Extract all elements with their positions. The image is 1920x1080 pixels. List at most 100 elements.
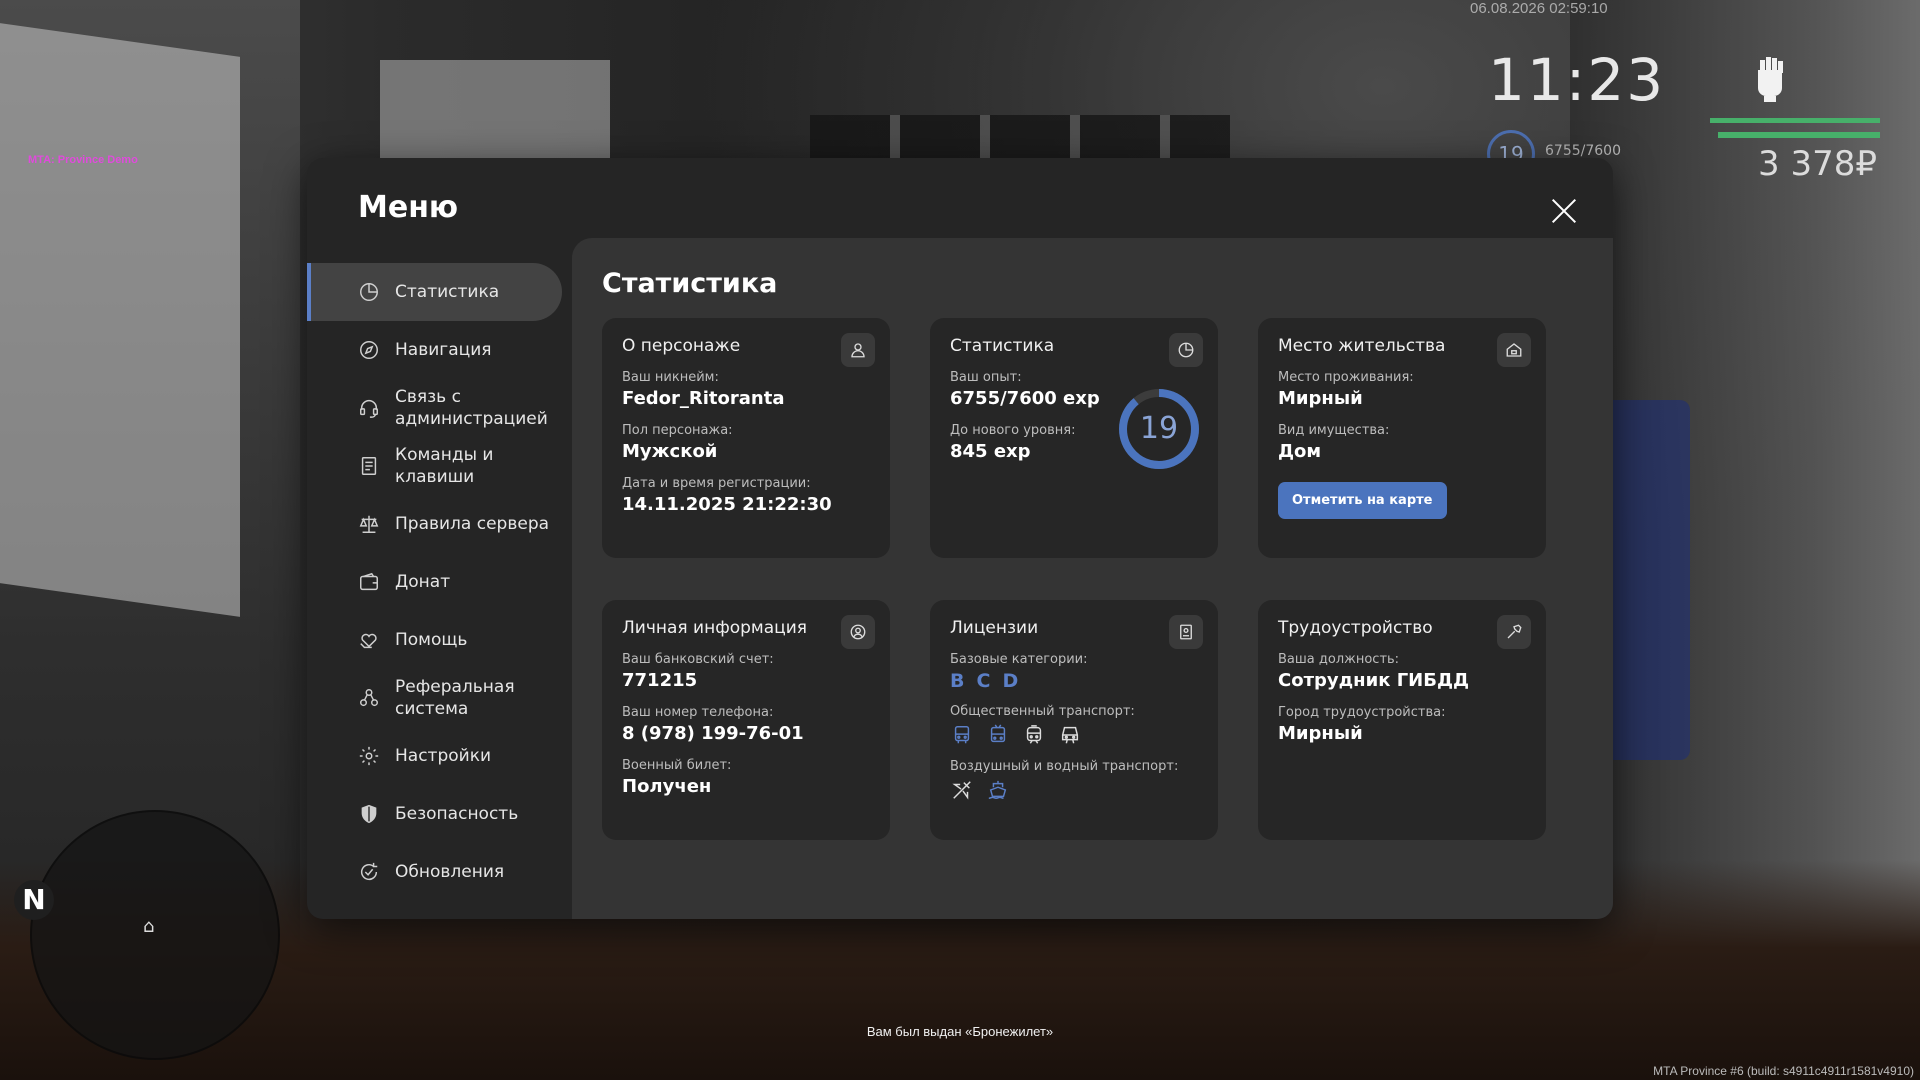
sidebar-item-rules[interactable]: Правила сервера bbox=[307, 495, 562, 553]
card-title: Место жительства bbox=[1278, 336, 1446, 356]
public-transport-icons bbox=[950, 723, 1198, 747]
sidebar-item-label: Реферальная система bbox=[395, 677, 515, 719]
gear-icon bbox=[357, 744, 381, 768]
menu-title: Меню bbox=[358, 190, 459, 225]
house-icon bbox=[1497, 333, 1531, 367]
page-title: Статистика bbox=[602, 268, 778, 299]
phone-label: Ваш номер телефона: bbox=[622, 705, 774, 720]
card-title: Личная информация bbox=[622, 618, 808, 638]
city-label: Город трудоустройства: bbox=[1278, 705, 1446, 720]
sidebar-item-security[interactable]: Безопасность bbox=[307, 785, 562, 843]
sidebar-item-navigation[interactable]: Навигация bbox=[307, 321, 562, 379]
background-board bbox=[0, 23, 240, 617]
sidebar-item-commands[interactable]: Команды и клавиши bbox=[307, 437, 562, 495]
health-bar bbox=[1710, 118, 1880, 123]
level-number: 19 bbox=[1139, 411, 1179, 446]
pie-chart-icon bbox=[1169, 333, 1203, 367]
sidebar: Статистика Навигация Связь с администрац… bbox=[307, 263, 562, 901]
close-button[interactable] bbox=[1546, 193, 1582, 229]
headset-icon bbox=[357, 396, 381, 420]
sidebar-item-help[interactable]: Помощь bbox=[307, 611, 562, 669]
document-icon bbox=[357, 454, 381, 478]
card-statistics: Статистика Ваш опыт: 6755/7600 exp До но… bbox=[930, 318, 1218, 558]
license-categories: B C D bbox=[950, 670, 1198, 692]
bank-label: Ваш банковский счет: bbox=[622, 652, 774, 667]
card-title: Трудоустройство bbox=[1278, 618, 1433, 638]
sidebar-item-statistics[interactable]: Статистика bbox=[307, 263, 562, 321]
card-residence: Место жительства Место проживания: Мирны… bbox=[1258, 318, 1546, 558]
menu-window: Меню Статистика Навигация Связь с админи… bbox=[307, 158, 1613, 919]
sidebar-item-updates[interactable]: Обновления bbox=[307, 843, 562, 901]
sidebar-item-label: Связь с администрацией bbox=[395, 387, 548, 429]
hud-clock: 11:23 bbox=[1488, 46, 1666, 114]
sidebar-item-label: Правила сервера bbox=[395, 514, 550, 534]
position-value: Сотрудник ГИБДД bbox=[1278, 670, 1470, 691]
sidebar-item-donate[interactable]: Донат bbox=[307, 553, 562, 611]
wallet-icon bbox=[357, 570, 381, 594]
card-employment: Трудоустройство Ваша должность: Сотрудни… bbox=[1258, 600, 1546, 840]
sidebar-item-admin-contact[interactable]: Связь с администрацией bbox=[307, 379, 562, 437]
category-b: B bbox=[950, 670, 965, 692]
sidebar-item-label: Статистика bbox=[395, 282, 500, 302]
minimap bbox=[30, 810, 280, 1060]
card-personal-info: Личная информация Ваш банковский счет: 7… bbox=[602, 600, 890, 840]
sidebar-item-label: Обновления bbox=[395, 862, 505, 882]
city-value: Мирный bbox=[1278, 723, 1363, 744]
sidebar-item-settings[interactable]: Настройки bbox=[307, 727, 562, 785]
sidebar-item-label: Помощь bbox=[395, 630, 468, 650]
scales-icon bbox=[357, 512, 381, 536]
server-tag: MTA: Province Demo bbox=[28, 154, 138, 166]
sidebar-item-label: Безопасность bbox=[395, 804, 519, 824]
user-circle-icon bbox=[841, 615, 875, 649]
plane-icon bbox=[950, 778, 974, 802]
sidebar-item-label: Настройки bbox=[395, 746, 492, 766]
referral-icon bbox=[357, 686, 381, 710]
mark-on-map-button[interactable]: Отметить на карте bbox=[1278, 482, 1447, 519]
boat-icon bbox=[986, 778, 1010, 802]
card-character: О персонаже Ваш никнейм: Fedor_Ritoranta… bbox=[602, 318, 890, 558]
heart-hand-icon bbox=[357, 628, 381, 652]
air-water-transport-label: Воздушный и водный транспорт: bbox=[950, 759, 1179, 774]
base-categories-label: Базовые категории: bbox=[950, 652, 1088, 667]
gender-label: Пол персонажа: bbox=[622, 423, 733, 438]
card-title: Статистика bbox=[950, 336, 1055, 356]
update-icon bbox=[357, 860, 381, 884]
fist-icon bbox=[1745, 52, 1795, 112]
notification-text: Вам был выдан «Бронежилет» bbox=[866, 1024, 1054, 1039]
user-icon bbox=[841, 333, 875, 367]
sidebar-item-referral[interactable]: Реферальная система bbox=[307, 669, 562, 727]
hammer-icon bbox=[1497, 615, 1531, 649]
build-tag: MTA Province #6 (build: s4911c4911r1581v… bbox=[1653, 1064, 1914, 1078]
air-water-transport-icons bbox=[950, 778, 1198, 802]
hud-datetime: 06.08.2026 02:59:10 bbox=[1470, 0, 1608, 17]
license-icon bbox=[1169, 615, 1203, 649]
sidebar-item-label: Донат bbox=[395, 572, 451, 592]
place-value: Мирный bbox=[1278, 388, 1363, 409]
category-c: C bbox=[976, 670, 991, 692]
trolleybus-icon bbox=[986, 723, 1010, 747]
public-transport-label: Общественный транспорт: bbox=[950, 704, 1135, 719]
registration-label: Дата и время регистрации: bbox=[622, 476, 811, 491]
tram-icon bbox=[1022, 723, 1046, 747]
registration-value: 14.11.2025 21:22:30 bbox=[622, 494, 832, 515]
shield-icon bbox=[357, 802, 381, 826]
nickname-label: Ваш никнейм: bbox=[622, 370, 719, 385]
exp-label: Ваш опыт: bbox=[950, 370, 1022, 385]
property-value: Дом bbox=[1278, 441, 1322, 462]
train-icon bbox=[1058, 723, 1082, 747]
position-label: Ваша должность: bbox=[1278, 652, 1400, 667]
hud-exp: 6755/7600 bbox=[1545, 143, 1621, 159]
bank-value: 771215 bbox=[622, 670, 698, 691]
armor-bar bbox=[1718, 132, 1880, 138]
sidebar-item-label: Навигация bbox=[395, 340, 492, 360]
card-title: О персонаже bbox=[622, 336, 741, 356]
military-label: Военный билет: bbox=[622, 758, 732, 773]
property-label: Вид имущества: bbox=[1278, 423, 1390, 438]
card-title: Лицензии bbox=[950, 618, 1039, 638]
category-d: D bbox=[1002, 670, 1019, 692]
place-label: Место проживания: bbox=[1278, 370, 1414, 385]
pie-chart-icon bbox=[357, 280, 381, 304]
card-licenses: Лицензии Базовые категории: B C D Общест… bbox=[930, 600, 1218, 840]
phone-value: 8 (978) 199-76-01 bbox=[622, 723, 804, 744]
compass-north: N bbox=[14, 880, 54, 920]
